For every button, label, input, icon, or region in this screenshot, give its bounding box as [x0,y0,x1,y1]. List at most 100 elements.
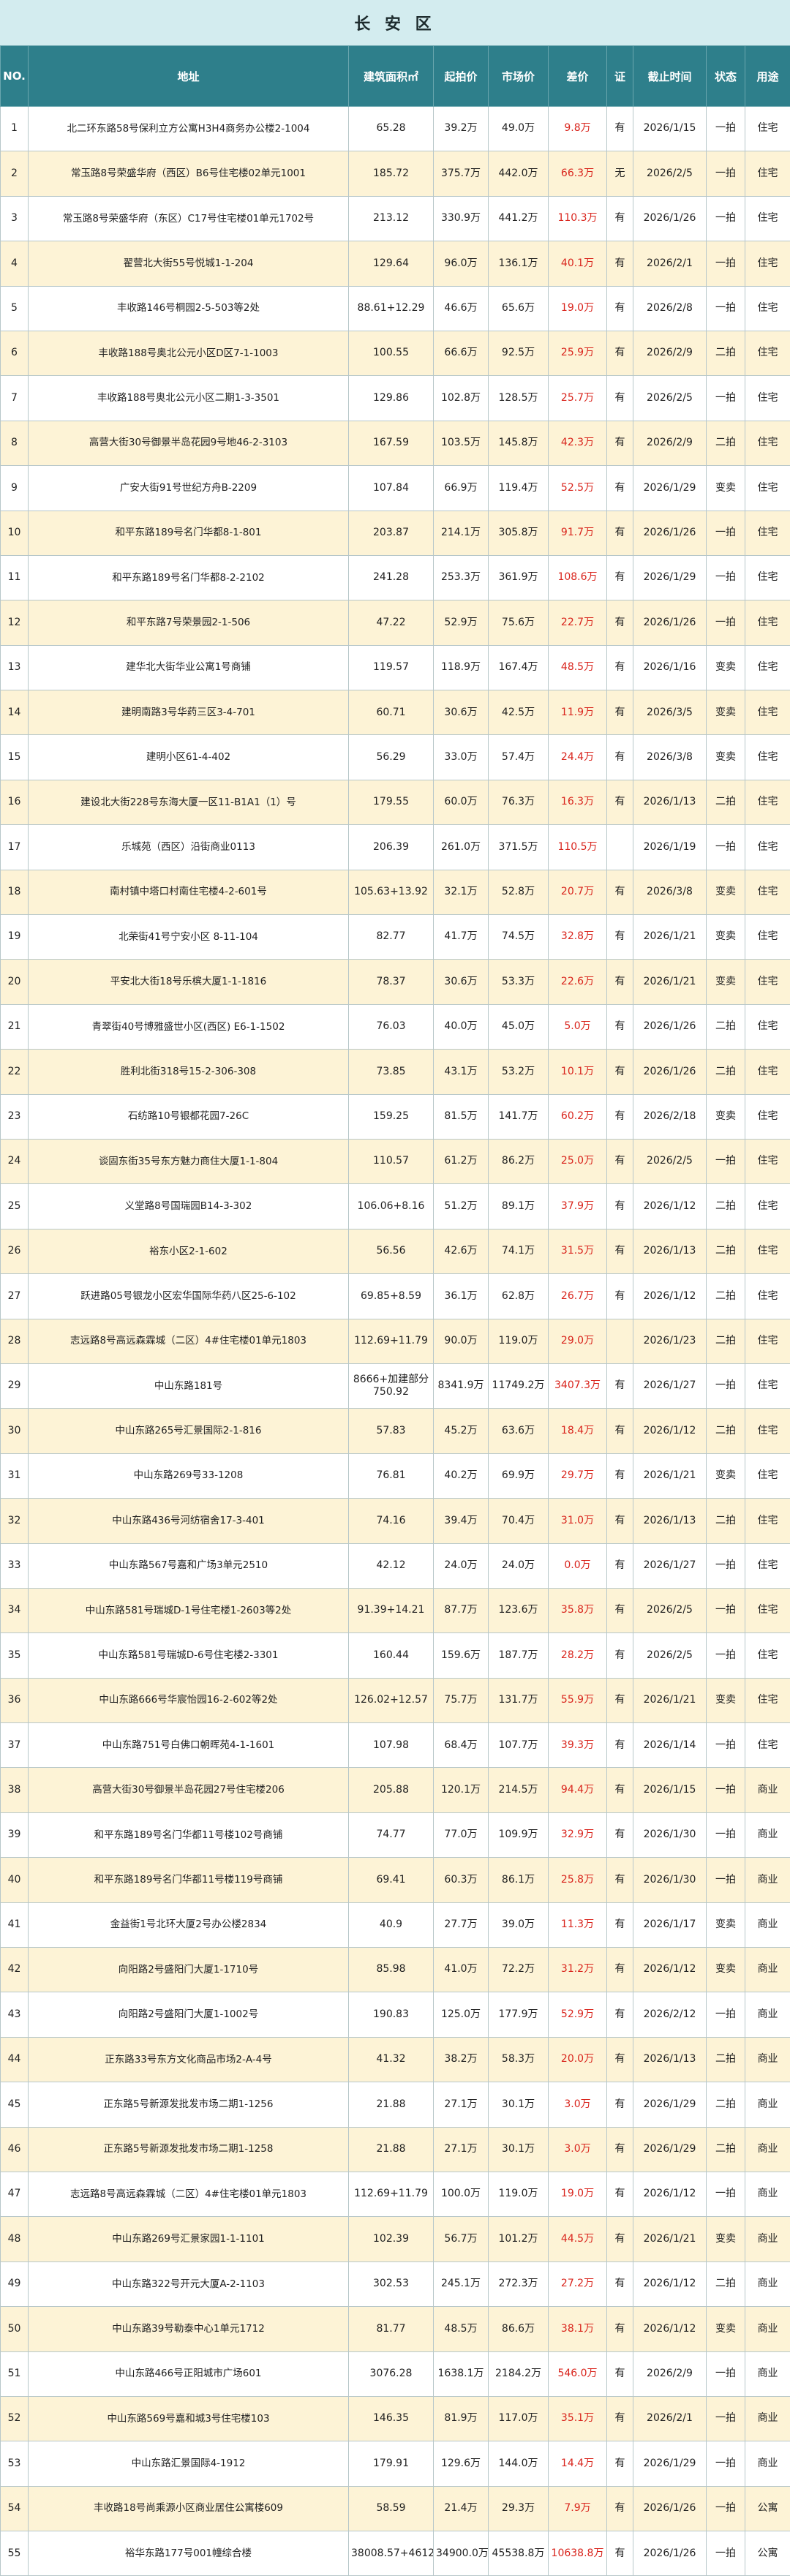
cell-area: 205.88 [349,1768,434,1812]
cell-certificate: 有 [607,421,633,465]
table-row: 8高营大街30号御景半岛花园9号地46-2-3103167.59103.5万14… [1,421,790,465]
cell-no: 2 [1,151,29,196]
cell-market-price: 11749.2万 [489,1363,549,1408]
cell-deadline: 2026/2/5 [633,1633,707,1678]
cell-price-diff: 27.2万 [549,2261,607,2306]
district-title: 长 安 区 [0,0,790,47]
cell-no: 38 [1,1768,29,1812]
cell-price-diff: 18.4万 [549,1409,607,1453]
cell-area: 78.37 [349,960,434,1004]
cell-no: 49 [1,2261,29,2306]
table-row: 32中山东路436号河纺宿舍17-3-40174.1639.4万70.4万31.… [1,1499,790,1543]
cell-deadline: 2026/1/30 [633,1858,707,1902]
cell-deadline: 2026/1/15 [633,107,707,151]
cell-certificate: 有 [607,1812,633,1857]
cell-deadline: 2026/1/12 [633,1409,707,1453]
cell-price-diff: 20.7万 [549,870,607,914]
cell-usage: 住宅 [745,1723,790,1768]
cell-deadline: 2026/1/12 [633,2172,707,2216]
cell-deadline: 2026/1/29 [633,2127,707,2172]
cell-usage: 商业 [745,1858,790,1902]
cell-address: 丰收路18号尚乘源小区商业居住公寓楼609 [29,2486,349,2531]
cell-usage: 住宅 [745,1499,790,1543]
cell-certificate: 有 [607,1094,633,1139]
cell-no: 42 [1,1948,29,1992]
cell-deadline: 2026/2/18 [633,1094,707,1139]
table-row: 53中山东路汇景国际4-1912179.91129.6万144.0万14.4万有… [1,2441,790,2486]
cell-price-diff: 11.3万 [549,1902,607,1947]
cell-deadline: 2026/1/14 [633,1723,707,1768]
cell-usage: 商业 [745,2082,790,2127]
cell-area: 160.44 [349,1633,434,1678]
cell-area: 58.59 [349,2486,434,2531]
cell-market-price: 441.2万 [489,196,549,241]
cell-price-diff: 35.8万 [549,1588,607,1632]
cell-certificate: 有 [607,1499,633,1543]
cell-deadline: 2026/1/13 [633,780,707,824]
cell-certificate: 有 [607,1184,633,1229]
cell-price-diff: 37.9万 [549,1184,607,1229]
cell-no: 52 [1,2396,29,2441]
cell-deadline: 2026/1/26 [633,1004,707,1049]
cell-no: 54 [1,2486,29,2531]
cell-market-price: 86.2万 [489,1139,549,1183]
cell-address: 向阳路2号盛阳门大厦1-1002号 [29,1992,349,2037]
cell-certificate: 有 [607,2217,633,2261]
cell-market-price: 361.9万 [489,555,549,600]
cell-start-price: 125.0万 [434,1992,489,2037]
cell-status: 一拍 [707,555,745,600]
cell-market-price: 70.4万 [489,1499,549,1543]
table-row: 46正东路5号新源发批发市场二期1-125821.8827.1万30.1万3.0… [1,2127,790,2172]
cell-area: 159.25 [349,1094,434,1139]
cell-price-diff: 110.3万 [549,196,607,241]
cell-start-price: 41.7万 [434,915,489,960]
cell-price-diff: 25.7万 [549,376,607,421]
cell-deadline: 2026/3/8 [633,870,707,914]
cell-no: 5 [1,286,29,331]
cell-start-price: 41.0万 [434,1948,489,1992]
cell-status: 二拍 [707,780,745,824]
cell-start-price: 46.6万 [434,286,489,331]
cell-status: 变卖 [707,1453,745,1498]
cell-area: 126.02+12.57 [349,1678,434,1722]
cell-price-diff: 38.1万 [549,2307,607,2351]
cell-no: 51 [1,2351,29,2396]
cell-area: 3076.28 [349,2351,434,2396]
cell-deadline: 2026/2/12 [633,1992,707,2037]
cell-start-price: 21.4万 [434,2486,489,2531]
cell-no: 6 [1,331,29,375]
cell-market-price: 145.8万 [489,421,549,465]
cell-certificate: 有 [607,2486,633,2531]
header-usage: 用途 [745,46,790,107]
cell-usage: 住宅 [745,1363,790,1408]
cell-deadline: 2026/1/13 [633,1229,707,1273]
cell-area: 119.57 [349,645,434,690]
cell-address: 谈固东街35号东方魅力商住大厦1-1-804 [29,1139,349,1183]
cell-market-price: 45.0万 [489,1004,549,1049]
cell-no: 37 [1,1723,29,1768]
cell-usage: 住宅 [745,870,790,914]
cell-certificate: 有 [607,1453,633,1498]
cell-market-price: 305.8万 [489,511,549,555]
cell-address: 中山东路466号正阳城市广场601 [29,2351,349,2396]
cell-status: 变卖 [707,645,745,690]
cell-deadline: 2026/1/26 [633,2486,707,2531]
table-row: 25义堂路8号国瑞园B14-3-302106.06+8.1651.2万89.1万… [1,1184,790,1229]
cell-price-diff: 35.1万 [549,2396,607,2441]
cell-price-diff: 7.9万 [549,2486,607,2531]
table-row: 42向阳路2号盛阳门大厦1-1710号85.9841.0万72.2万31.2万有… [1,1948,790,1992]
cell-market-price: 86.6万 [489,2307,549,2351]
cell-market-price: 109.9万 [489,1812,549,1857]
cell-certificate: 有 [607,1274,633,1319]
cell-price-diff: 32.8万 [549,915,607,960]
cell-no: 30 [1,1409,29,1453]
header-start-price: 起拍价 [434,46,489,107]
cell-usage: 住宅 [745,780,790,824]
cell-price-diff: 19.0万 [549,2172,607,2216]
cell-status: 变卖 [707,1948,745,1992]
cell-usage: 商业 [745,1768,790,1812]
cell-usage: 住宅 [745,511,790,555]
cell-market-price: 119.0万 [489,1319,549,1363]
cell-start-price: 77.0万 [434,1812,489,1857]
cell-no: 3 [1,196,29,241]
